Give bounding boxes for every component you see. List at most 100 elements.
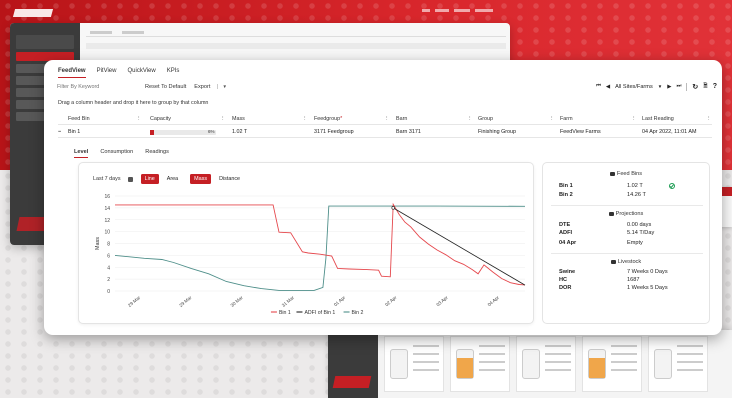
tab-pitview[interactable]: PitView <box>97 68 117 78</box>
export-button[interactable]: Export <box>194 84 210 90</box>
col-menu-icon[interactable]: ⋮ <box>220 116 225 122</box>
site-select[interactable]: All Sites/Farms <box>615 84 653 90</box>
bin1-value: 1.02 T <box>627 183 643 189</box>
filter-input[interactable] <box>57 81 129 92</box>
dor-value: 1 Weeks 5 Days <box>627 285 668 291</box>
bin2-name: Bin 2 <box>559 192 573 198</box>
cell-group: Finishing Group <box>478 129 517 135</box>
col-menu-icon[interactable]: ⋮ <box>384 116 389 122</box>
row-expand-icon[interactable]: − <box>58 129 61 135</box>
export-dropdown-icon[interactable]: ▼ <box>217 84 227 89</box>
reset-button[interactable]: Reset To Default <box>145 84 186 90</box>
group-by-hint[interactable]: Drag a column header and drop it here to… <box>58 100 208 106</box>
x-tick-label: 01 Apr <box>333 295 347 308</box>
refresh-icon[interactable]: ↻ <box>692 83 698 91</box>
col-menu-icon[interactable]: ⋮ <box>302 116 307 122</box>
x-tick-label: 29 Mar <box>127 295 142 308</box>
y-axis-label: Mass <box>95 237 101 250</box>
toolbar-right: ⏮ ◀ All Sites/Farms ▼ ▶ ⏭ ↻ 🗎 ? <box>596 82 717 91</box>
last-page-icon[interactable]: ⏭ <box>676 83 681 90</box>
swine-label: Swine <box>559 269 576 275</box>
y-tick-label: 4 <box>107 265 110 271</box>
feed-bins-title-text: Feed Bins <box>616 171 643 177</box>
prev-page-icon[interactable]: ◀ <box>606 84 610 90</box>
y-tick-label: 12 <box>104 218 110 224</box>
projections-title: Projections <box>543 211 709 217</box>
y-tick-label: 0 <box>107 289 110 295</box>
level-line-chart[interactable]: 0 2 4 6 8 10 12 14 16 Mass 29 Mar 29 Mar 30 Mar 31 Ma… <box>79 163 535 325</box>
livestock-title-text: Livestock <box>617 259 642 265</box>
livestock-title: Livestock <box>543 259 709 265</box>
tab-consumption[interactable]: Consumption <box>100 149 133 158</box>
x-tick-label: 02 Apr <box>384 295 398 308</box>
divider <box>551 205 703 206</box>
bin-info-panel: Feed Bins Bin 1 1.02 T Bin 2 14.26 T Pro… <box>542 162 710 324</box>
col-header-feed-bin[interactable]: Feed Bin <box>68 116 90 122</box>
hc-value: 1687 <box>627 277 640 283</box>
col-header-last-reading[interactable]: Last Reading <box>642 116 674 122</box>
feed-bin-icon <box>609 171 615 176</box>
tab-quickview[interactable]: QuickView <box>127 68 155 78</box>
x-tick-label: 30 Mar <box>230 295 245 308</box>
dte-value: 0.00 days <box>627 222 652 228</box>
bin1-name: Bin 1 <box>559 183 573 189</box>
y-tick-label: 8 <box>107 242 110 248</box>
col-menu-icon[interactable]: ⋮ <box>467 116 472 122</box>
x-tick-label: 31 Mar <box>281 295 296 308</box>
projections-title-text: Projections <box>615 211 644 217</box>
empty-date-value: Empty <box>627 240 643 246</box>
hc-label: HC <box>559 277 568 283</box>
series-line-bin-1 <box>115 202 526 286</box>
col-header-barn[interactable]: Barn <box>396 116 407 122</box>
col-header-capacity[interactable]: Capacity <box>150 116 171 122</box>
y-tick-label: 14 <box>104 206 110 212</box>
detail-tabs: Level Consumption Readings <box>74 149 169 158</box>
col-menu-icon[interactable]: ⋮ <box>706 116 711 122</box>
col-menu-icon[interactable]: ⋮ <box>631 116 636 122</box>
toolbar: Reset To Default Export ▼ ⏮ ◀ All Sites/… <box>57 81 717 92</box>
tab-readings[interactable]: Readings <box>145 149 169 158</box>
cell-last-reading: 04 Apr 2022, 11:01 AM <box>642 129 697 135</box>
series-line-bin-2 <box>114 205 526 291</box>
brand-logo <box>12 9 54 17</box>
swine-value: 7 Weeks 0 Days <box>627 269 668 275</box>
col-header-group[interactable]: Group <box>478 116 493 122</box>
adfi-value: 5.14 T/Day <box>627 230 655 236</box>
y-tick-label: 6 <box>107 253 110 259</box>
col-header-feedgroup[interactable]: Feedgroup* <box>314 116 342 122</box>
next-page-icon[interactable]: ▶ <box>667 84 671 90</box>
required-marker: * <box>340 115 343 122</box>
tab-level[interactable]: Level <box>74 149 89 158</box>
dte-label: DTE <box>559 222 571 228</box>
y-tick-label: 10 <box>104 230 110 236</box>
capacity-bar <box>150 129 216 135</box>
col-menu-icon[interactable]: ⋮ <box>549 116 554 122</box>
toolbar-divider <box>686 82 688 91</box>
site-dropdown-icon[interactable]: ▼ <box>658 84 662 89</box>
check-circle-icon <box>669 183 675 189</box>
help-icon[interactable]: ? <box>713 83 717 90</box>
first-page-icon[interactable]: ⏮ <box>596 83 601 90</box>
background-topbar <box>422 8 504 18</box>
background-bottom-app <box>328 330 732 398</box>
col-header-farm[interactable]: Farm <box>560 116 573 122</box>
empty-date-label: 04 Apr <box>559 240 577 246</box>
projections-icon <box>608 211 614 216</box>
tab-feedview[interactable]: FeedView <box>58 68 86 78</box>
col-header-mass[interactable]: Mass <box>232 116 245 122</box>
main-tabs: FeedView PitView QuickView KPIs <box>58 68 179 78</box>
cell-feed-bin: Bin 1 <box>68 129 81 135</box>
legend-label: Bin 2 <box>352 310 364 316</box>
dor-label: DOR <box>559 285 572 291</box>
capacity-fill <box>150 129 154 135</box>
grid-header: Feed Bin ⋮ Capacity ⋮ Mass ⋮ Feedgroup* … <box>58 113 712 125</box>
divider <box>551 253 703 254</box>
x-tick-label: 29 Mar <box>178 295 193 308</box>
truck-icon <box>610 259 616 264</box>
y-tick-label: 2 <box>107 277 110 283</box>
col-menu-icon[interactable]: ⋮ <box>136 116 141 122</box>
cell-farm: FeedView Farms <box>560 129 601 135</box>
table-row[interactable]: − Bin 1 6% 1.02 T 3171 Feedgroup Barn 31… <box>58 126 712 138</box>
file-icon[interactable]: 🗎 <box>703 82 707 91</box>
tab-kpis[interactable]: KPIs <box>167 68 180 78</box>
